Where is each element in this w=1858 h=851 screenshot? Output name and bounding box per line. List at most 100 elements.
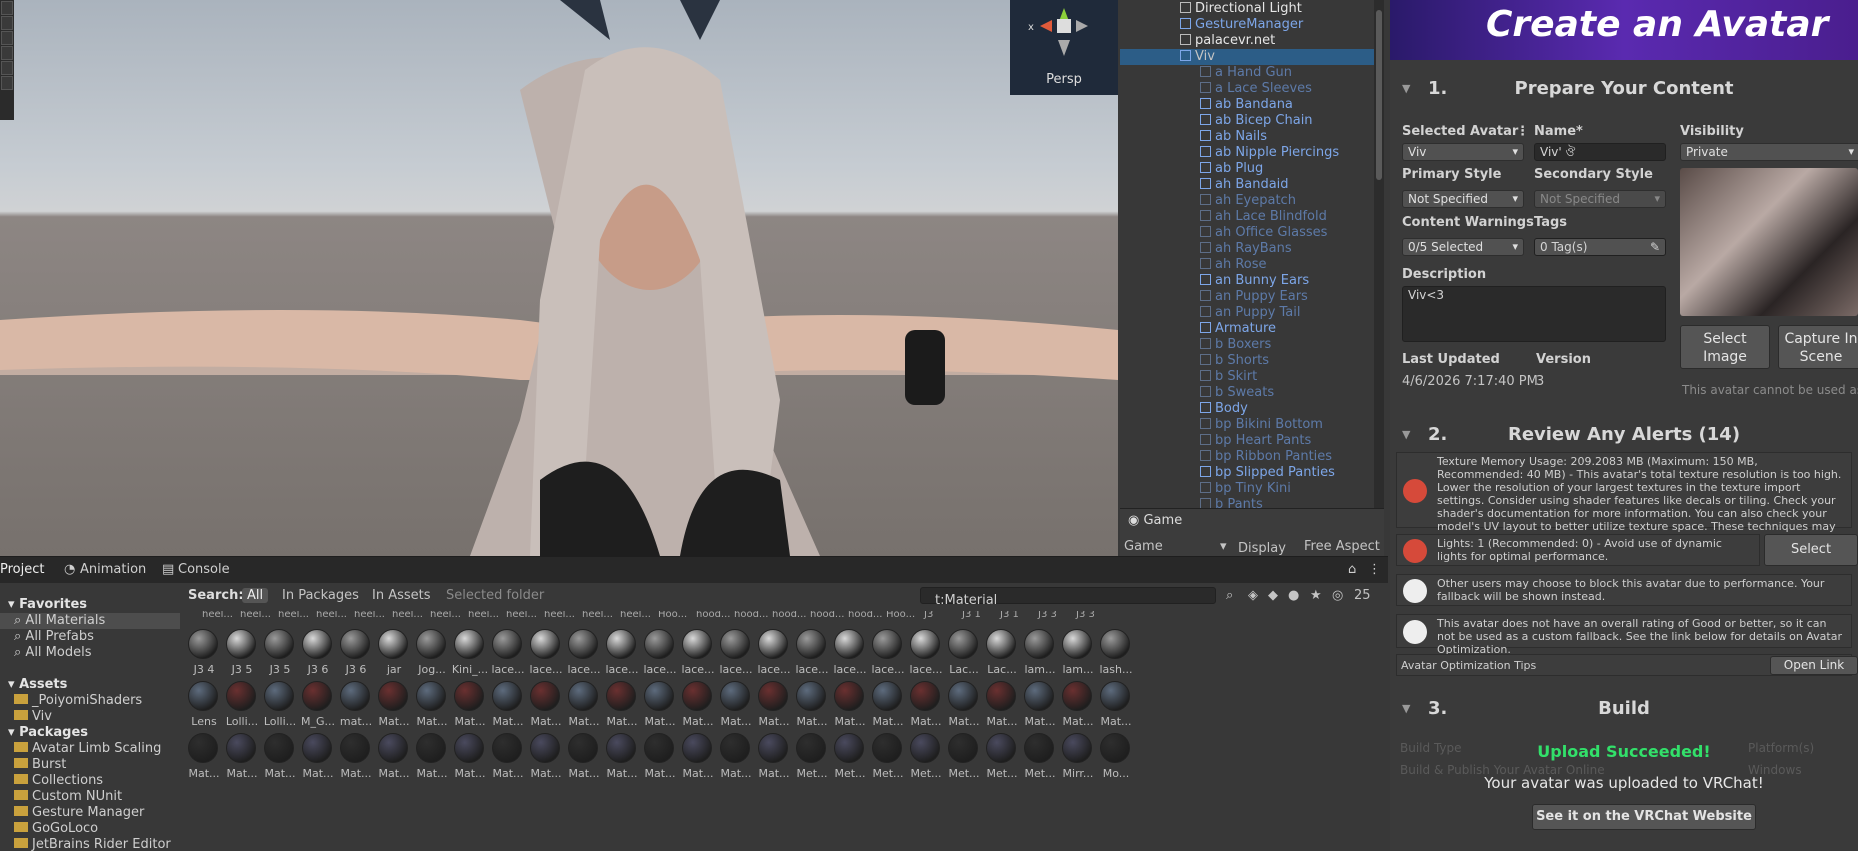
material-asset[interactable]: Mo...: [1094, 727, 1136, 783]
material-asset[interactable]: Met...: [904, 727, 946, 783]
lock-icon[interactable]: ⌂: [1348, 562, 1356, 577]
material-asset[interactable]: M_G...: [296, 675, 338, 731]
hierarchy-item[interactable]: ah Office Glasses: [1120, 225, 1374, 241]
tree-item[interactable]: GoGoLoco: [0, 821, 180, 837]
tree-item[interactable]: JetBrains Rider Editor: [0, 837, 180, 851]
label-filter-icon[interactable]: ◆: [1268, 588, 1278, 603]
material-asset[interactable]: lace...: [486, 623, 528, 679]
material-asset[interactable]: mat...: [334, 675, 376, 731]
tab-console[interactable]: Console: [178, 562, 230, 577]
material-asset[interactable]: lace...: [562, 623, 604, 679]
tree-item[interactable]: [0, 661, 180, 677]
tab-game[interactable]: ◉ Game: [1122, 511, 1188, 531]
tree-item[interactable]: ⌕ All Models: [0, 645, 180, 661]
game-mode-dropdown[interactable]: Game: [1124, 539, 1163, 554]
material-asset[interactable]: Mat...: [486, 727, 528, 783]
expand-arrow-icon[interactable]: ▾: [8, 597, 19, 612]
hierarchy-item[interactable]: Viv: [1120, 49, 1374, 65]
hierarchy-scrollbar[interactable]: [1374, 0, 1384, 508]
see-on-website-button[interactable]: See it on the VRChat Website: [1532, 804, 1756, 830]
axis-gizmo-icon[interactable]: x: [1010, 0, 1118, 70]
material-asset[interactable]: Mat...: [942, 675, 984, 731]
hierarchy-item[interactable]: an Puppy Ears: [1120, 289, 1374, 305]
hierarchy-item[interactable]: b Skirt: [1120, 369, 1374, 385]
material-asset[interactable]: Mat...: [186, 727, 224, 783]
tab-animation[interactable]: Animation: [80, 562, 146, 577]
hierarchy-item[interactable]: ab Nails: [1120, 129, 1374, 145]
material-asset[interactable]: J3 6: [296, 623, 338, 679]
material-asset[interactable]: Mat...: [980, 675, 1022, 731]
expand-arrow-icon[interactable]: ▾: [8, 725, 19, 740]
material-asset[interactable]: Mat...: [638, 675, 680, 731]
material-asset[interactable]: lace...: [828, 623, 870, 679]
visibility-dropdown[interactable]: Private: [1680, 143, 1858, 161]
material-asset[interactable]: lace...: [904, 623, 946, 679]
material-asset[interactable]: J3 5: [220, 623, 262, 679]
transform-tool-icon[interactable]: [1, 76, 13, 90]
hierarchy-item[interactable]: ah Eyepatch: [1120, 193, 1374, 209]
hierarchy-item[interactable]: an Puppy Tail: [1120, 305, 1374, 321]
material-asset[interactable]: Mat...: [1018, 675, 1060, 731]
tree-section[interactable]: ▾ Packages: [0, 725, 180, 741]
material-asset[interactable]: Mat...: [524, 675, 566, 731]
tree-section[interactable]: ▾ Favorites: [0, 597, 180, 613]
material-asset[interactable]: J3 4: [186, 623, 224, 679]
hierarchy-item[interactable]: ah RayBans: [1120, 241, 1374, 257]
filter-all[interactable]: All: [242, 588, 269, 603]
hierarchy-item[interactable]: b Pants: [1120, 497, 1374, 508]
open-link-button[interactable]: Open Link: [1770, 656, 1858, 675]
tree-item[interactable]: Gesture Manager: [0, 805, 180, 821]
hierarchy-item[interactable]: Armature: [1120, 321, 1374, 337]
primary-style-dropdown[interactable]: Not Specified: [1402, 190, 1524, 208]
hierarchy-item[interactable]: ab Bicep Chain: [1120, 113, 1374, 129]
material-asset[interactable]: lace...: [714, 623, 756, 679]
filter-type-icon[interactable]: ◈: [1248, 588, 1258, 603]
hierarchy-item[interactable]: an Bunny Ears: [1120, 273, 1374, 289]
tree-item[interactable]: Custom NUnit: [0, 789, 180, 805]
material-asset[interactable]: Lolli...: [220, 675, 262, 731]
rect-tool-icon[interactable]: [1, 61, 13, 75]
move-tool-icon[interactable]: [1, 16, 13, 30]
material-asset[interactable]: lace...: [752, 623, 794, 679]
hierarchy-item[interactable]: ab Nipple Piercings: [1120, 145, 1374, 161]
tree-item[interactable]: _PoiyomiShaders: [0, 693, 180, 709]
material-asset[interactable]: lace...: [790, 623, 832, 679]
material-asset[interactable]: Mat...: [752, 675, 794, 731]
hierarchy-item[interactable]: b Boxers: [1120, 337, 1374, 353]
hierarchy-item[interactable]: bp Heart Pants: [1120, 433, 1374, 449]
hierarchy-item[interactable]: ah Rose: [1120, 257, 1374, 273]
material-asset[interactable]: Kini_...: [448, 623, 490, 679]
hierarchy-item[interactable]: bp Bikini Bottom: [1120, 417, 1374, 433]
material-asset[interactable]: Mat...: [714, 727, 756, 783]
tab-project[interactable]: Project: [0, 562, 44, 577]
tree-section[interactable]: ▾ Assets: [0, 677, 180, 693]
material-asset[interactable]: Mat...: [372, 675, 414, 731]
hierarchy-item[interactable]: b Shorts: [1120, 353, 1374, 369]
hierarchy-item[interactable]: ab Plug: [1120, 161, 1374, 177]
material-asset[interactable]: Mat...: [752, 727, 794, 783]
hierarchy-item[interactable]: bp Tiny Kini: [1120, 481, 1374, 497]
material-asset[interactable]: lash...: [1094, 623, 1136, 679]
filter-selected-folder[interactable]: Selected folder: [446, 588, 544, 603]
material-asset[interactable]: Mat...: [676, 675, 718, 731]
persp-label[interactable]: Persp: [1010, 72, 1118, 87]
material-asset[interactable]: Mat...: [524, 727, 566, 783]
material-asset[interactable]: Lolli...: [258, 675, 300, 731]
material-asset[interactable]: Mat...: [638, 727, 680, 783]
hierarchy-item[interactable]: ah Lace Blindfold: [1120, 209, 1374, 225]
section-prepare[interactable]: ▼ 1. Prepare Your Content: [1390, 72, 1858, 106]
hierarchy-item[interactable]: a Lace Sleeves: [1120, 81, 1374, 97]
capture-scene-button[interactable]: Capture In Scene: [1778, 325, 1858, 369]
hierarchy-item[interactable]: ab Bandana: [1120, 97, 1374, 113]
content-warnings-dropdown[interactable]: 0/5 Selected: [1402, 238, 1524, 256]
material-asset[interactable]: Mat...: [296, 727, 338, 783]
tree-item[interactable]: ⌕ All Materials: [0, 613, 180, 629]
hierarchy-item[interactable]: bp Slipped Panties: [1120, 465, 1374, 481]
scale-tool-icon[interactable]: [1, 46, 13, 60]
material-asset[interactable]: Mat...: [448, 675, 490, 731]
material-asset[interactable]: Mat...: [828, 675, 870, 731]
hierarchy-scroll-thumb[interactable]: [1376, 10, 1382, 180]
material-asset[interactable]: Mat...: [904, 675, 946, 731]
pencil-icon[interactable]: ✎: [1650, 239, 1660, 255]
hierarchy-item[interactable]: Directional Light: [1120, 1, 1374, 17]
